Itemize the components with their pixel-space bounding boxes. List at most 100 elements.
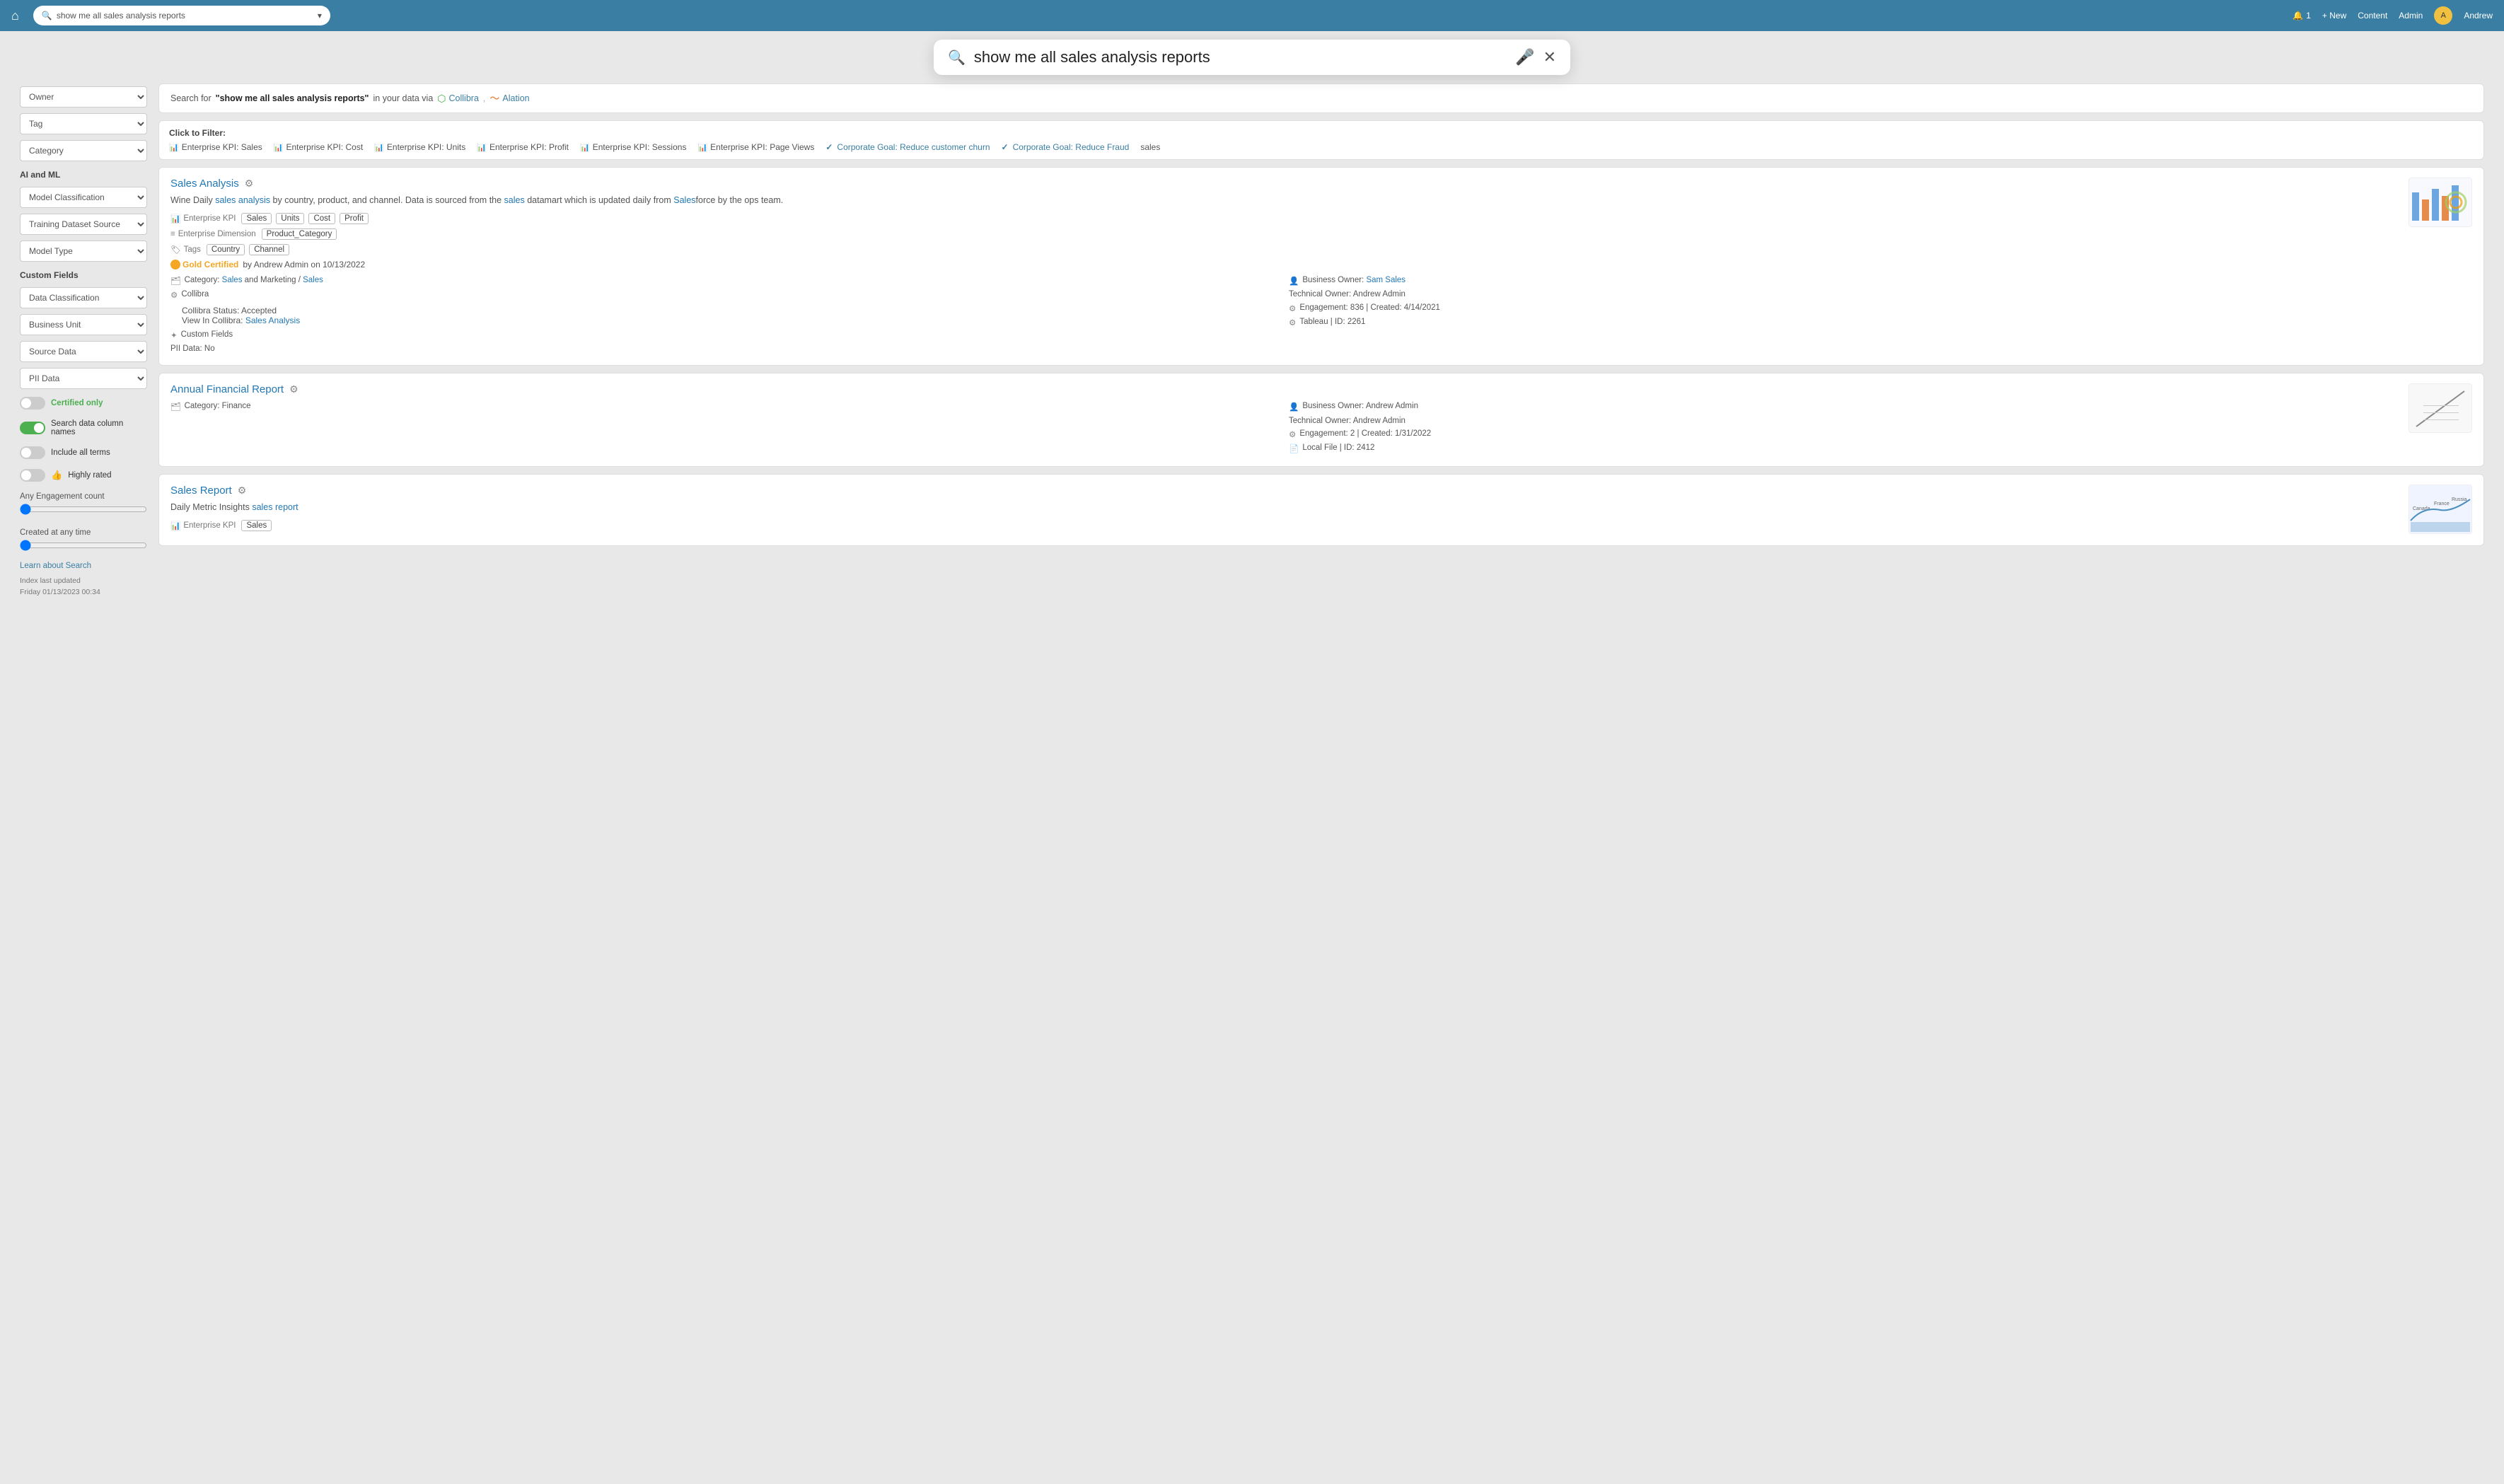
data-class-filter[interactable]: Data Classification xyxy=(20,287,147,308)
meta-grid-2: 🗂 Category: Finance 👤 Business Owner: An… xyxy=(170,400,2399,456)
tool-row-2: 📄 Local File | ID: 2412 xyxy=(1289,441,2399,456)
filter-kpi-cost[interactable]: 📊 Enterprise KPI: Cost xyxy=(274,142,363,152)
new-button[interactable]: + New xyxy=(2322,11,2346,21)
close-search-button[interactable]: ✕ xyxy=(1543,48,1556,66)
salesforce-link[interactable]: Sales xyxy=(673,195,695,205)
kpi-tags-row-3: 📊 Enterprise KPI Sales xyxy=(170,520,2399,531)
search-input[interactable] xyxy=(974,48,1507,66)
filter-kpi-sessions[interactable]: 📊 Enterprise KPI: Sessions xyxy=(580,142,686,152)
search-banner-query: "show me all sales analysis reports" xyxy=(216,93,369,103)
category-sales-link[interactable]: Sales xyxy=(222,276,243,284)
hierarchy-icon-3[interactable]: ⚙ xyxy=(238,485,247,497)
user-name[interactable]: Andrew xyxy=(2464,11,2493,21)
tech-owner-text-1: Technical Owner: Andrew Admin xyxy=(1289,288,1405,301)
kpi-chip-sales[interactable]: Sales xyxy=(241,213,272,224)
notifications[interactable]: 🔔 1 xyxy=(2293,11,2311,21)
engagement-row-1: ⚙ Engagement: 836 | Created: 4/14/2021 xyxy=(1289,301,2399,315)
model-type-filter[interactable]: Model Type xyxy=(20,240,147,262)
home-icon[interactable]: ⌂ xyxy=(11,8,19,23)
created-label: Created at any time xyxy=(20,528,147,537)
collibra-row: ⚙ Collibra xyxy=(170,288,1280,302)
top-search-bar[interactable]: 🔍 show me all sales analysis reports ▾ xyxy=(33,6,330,25)
include-terms-toggle[interactable] xyxy=(20,446,45,459)
sales-analysis-title[interactable]: Sales Analysis xyxy=(170,178,239,190)
tag-chip-country[interactable]: Country xyxy=(207,244,245,255)
kpi-chip-sales-3[interactable]: Sales xyxy=(241,520,272,531)
tag-chip-channel[interactable]: Channel xyxy=(249,244,289,255)
filter-kpi-units[interactable]: 📊 Enterprise KPI: Units xyxy=(374,142,465,152)
engagement-row-2: ⚙ Engagement: 2 | Created: 1/31/2022 xyxy=(1289,427,2399,441)
collibra-view-link: View In Collibra: Sales Analysis xyxy=(170,315,1280,325)
result-card-sales-analysis: Sales Analysis ⚙ Wine Daily sales analys… xyxy=(158,167,2484,366)
business-unit-filter[interactable]: Business Unit xyxy=(20,314,147,335)
bar-chart-icon-kpi-3: 📊 xyxy=(170,521,180,531)
bar-chart-icon-kpi: 📊 xyxy=(170,214,180,224)
alation-link[interactable]: 〜 Alation xyxy=(489,91,529,105)
created-section: Created at any time xyxy=(20,526,147,556)
model-class-filter[interactable]: Model Classification xyxy=(20,187,147,208)
category-path-link[interactable]: Sales xyxy=(303,276,323,284)
source-data-filter[interactable]: Source Data xyxy=(20,341,147,362)
localfile-icon: 📄 xyxy=(1289,443,1299,456)
filter-kpi-profit[interactable]: 📊 Enterprise KPI: Profit xyxy=(477,142,569,152)
custom-fields-text: Custom Fields xyxy=(181,328,233,341)
filter-corp-fraud[interactable]: Corporate Goal: Reduce Fraud xyxy=(1002,142,1130,152)
certified-only-label: Certified only xyxy=(51,399,103,407)
dimension-tags-row: ≡ Enterprise Dimension Product_Category xyxy=(170,228,2399,240)
hierarchy-icon-1[interactable]: ⚙ xyxy=(245,178,254,190)
search-overlay: 🔍 🎤 ✕ xyxy=(934,40,1570,75)
collibra-status: Collibra Status: Accepted xyxy=(170,306,1280,315)
business-owner-link-1[interactable]: Sam Sales xyxy=(1366,276,1405,284)
custom-fields-icon: ✦ xyxy=(170,330,178,342)
sales-report-link[interactable]: sales report xyxy=(252,502,298,512)
thumb-chart-financial xyxy=(2409,383,2472,433)
filter-kpi-sales[interactable]: 📊 Enterprise KPI: Sales xyxy=(169,142,262,152)
sales-report-title[interactable]: Sales Report xyxy=(170,485,232,497)
filter-corp-churn[interactable]: Corporate Goal: Reduce customer churn xyxy=(825,142,990,152)
hierarchy-icon-2[interactable]: ⚙ xyxy=(289,383,298,395)
chevron-icon: ▾ xyxy=(318,11,322,21)
card-desc-1: Wine Daily sales analysis by country, pr… xyxy=(170,194,2399,207)
kpi-chip-units[interactable]: Units xyxy=(276,213,304,224)
svg-text:France: France xyxy=(2434,502,2450,506)
learn-search-link[interactable]: Learn about Search xyxy=(20,562,147,570)
admin-nav[interactable]: Admin xyxy=(2399,11,2423,21)
category-row-1: 🗂 Category: Sales and Marketing / Sales xyxy=(170,274,1280,288)
card-desc-3: Daily Metric Insights sales report xyxy=(170,501,2399,514)
certified-only-toggle[interactable] xyxy=(20,397,45,410)
owner-filter[interactable]: Owner xyxy=(20,86,147,108)
created-range[interactable] xyxy=(20,540,147,551)
content-nav[interactable]: Content xyxy=(2358,11,2387,21)
tag-icon: 🏷 xyxy=(170,245,181,255)
search-columns-row: Search data column names xyxy=(20,417,147,439)
sales-analysis-link-1[interactable]: sales analysis xyxy=(215,195,270,205)
kpi-chip-profit[interactable]: Profit xyxy=(340,213,369,224)
kpi-chip-cost[interactable]: Cost xyxy=(308,213,335,224)
dim-chip-product[interactable]: Product_Category xyxy=(262,228,337,240)
collibra-sales-link[interactable]: Sales Analysis xyxy=(245,315,300,325)
sales-link-1[interactable]: sales xyxy=(504,195,525,205)
engagement-range[interactable] xyxy=(20,504,147,515)
tag-filter[interactable]: Tag xyxy=(20,113,147,134)
filter-sales[interactable]: sales xyxy=(1140,142,1160,152)
tableau-icon: ⚙ xyxy=(1289,317,1296,330)
category-filter[interactable]: Category xyxy=(20,140,147,161)
filter-items: 📊 Enterprise KPI: Sales 📊 Enterprise KPI… xyxy=(169,142,2474,152)
alation-label: Alation xyxy=(502,93,529,103)
filter-bar-label: Click to Filter: xyxy=(169,128,2474,138)
collibra-link[interactable]: ⬡ Collibra xyxy=(437,93,479,105)
search-columns-toggle[interactable] xyxy=(20,422,45,434)
training-data-filter[interactable]: Training Dataset Source xyxy=(20,214,147,235)
annual-financial-title[interactable]: Annual Financial Report xyxy=(170,383,284,395)
user-avatar[interactable]: A xyxy=(2434,6,2452,25)
tags-row: 🏷 Tags Country Channel xyxy=(170,244,2399,255)
content-area: Search for "show me all sales analysis r… xyxy=(158,83,2484,598)
tech-owner-row-1: Technical Owner: Andrew Admin xyxy=(1289,288,2399,301)
kpi-label-3: 📊 Enterprise KPI xyxy=(170,521,236,531)
tool-row-1: ⚙ Tableau | ID: 2261 xyxy=(1289,315,2399,330)
filter-kpi-pageviews[interactable]: 📊 Enterprise KPI: Page Views xyxy=(697,142,814,152)
highly-rated-toggle[interactable] xyxy=(20,469,45,482)
bar-chart-icon: 📊 xyxy=(477,143,487,152)
pii-data-filter[interactable]: PII Data xyxy=(20,368,147,389)
mic-button[interactable]: 🎤 xyxy=(1515,48,1534,66)
